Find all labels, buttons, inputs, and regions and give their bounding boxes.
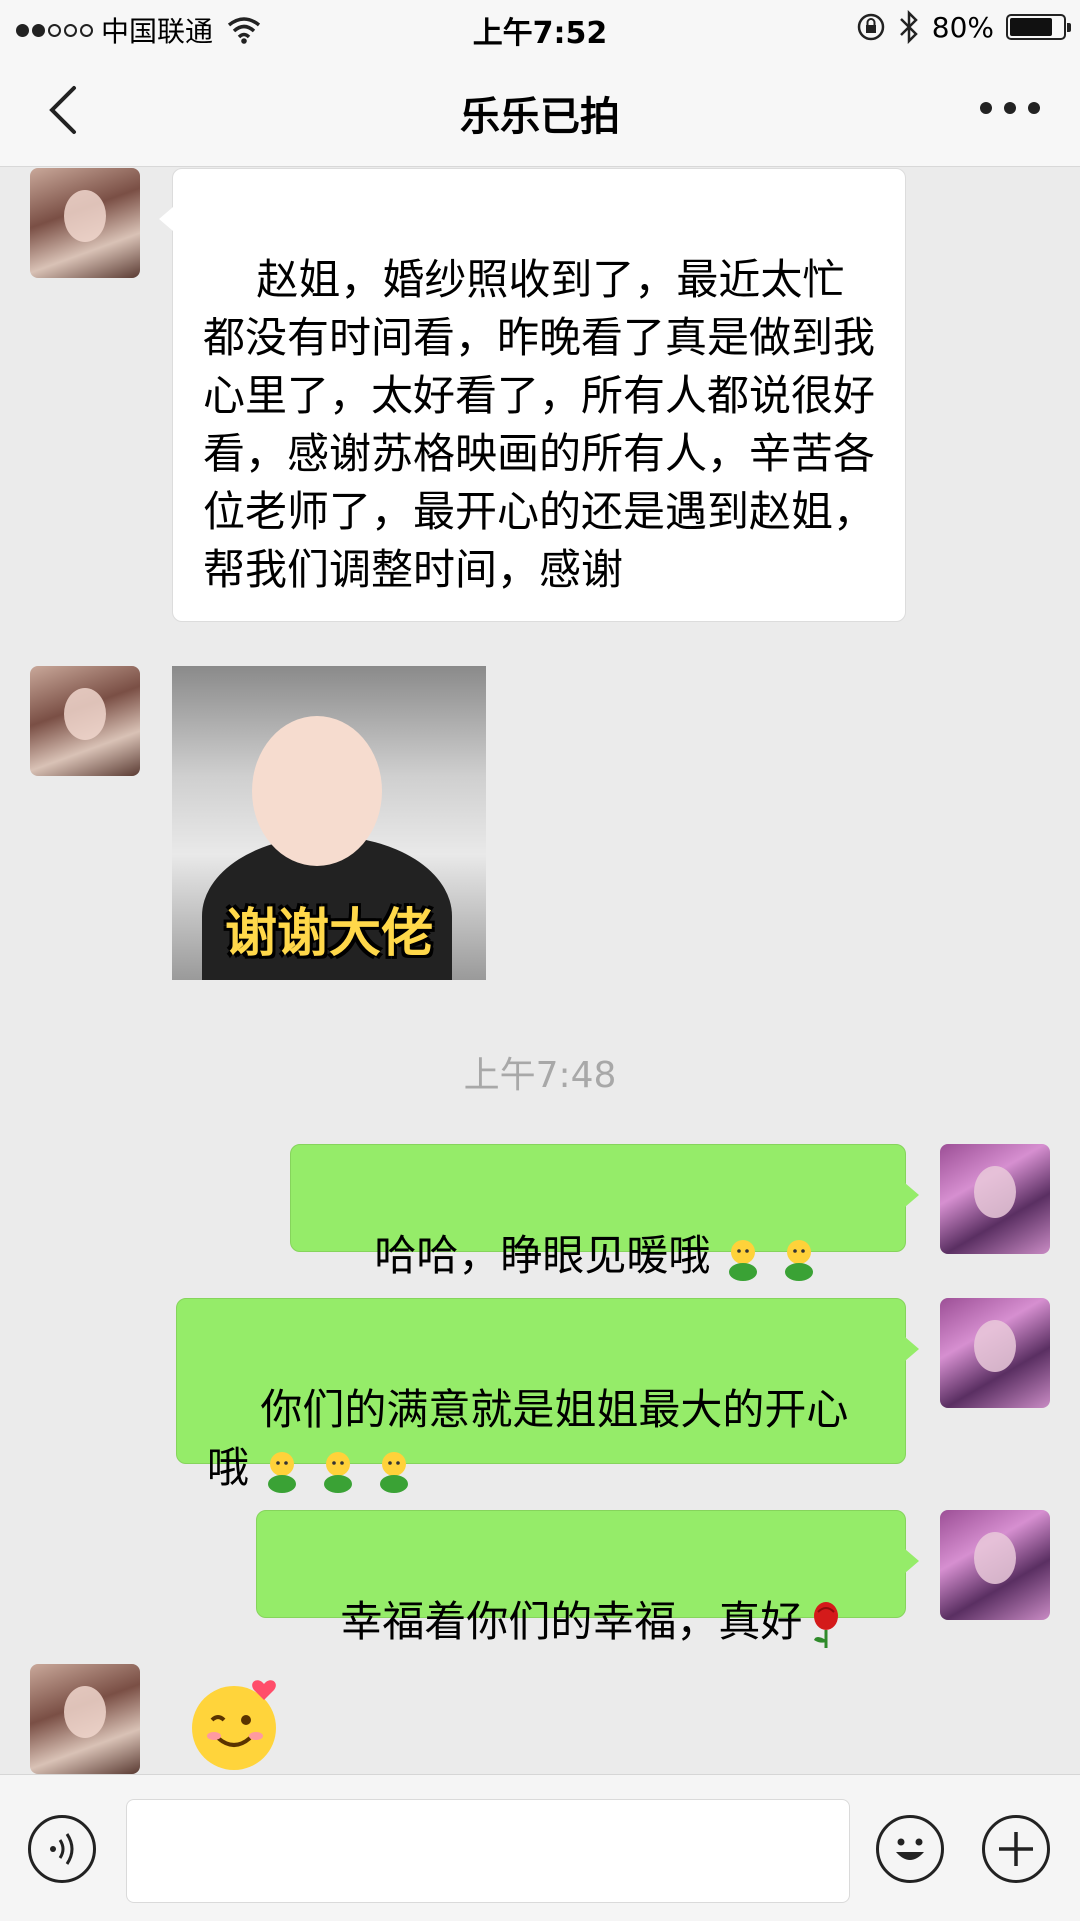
carrier-name: 中国联通 [101,15,214,48]
incoming-message-bubble[interactable]: 赵姐，婚纱照收到了，最近太忙都没有时间看，昨晚看了真是做到我心里了，太好看了，所… [159,168,906,622]
battery-percent: 80% [931,10,994,44]
chick-emoji-icon [268,1451,297,1493]
message-text: 幸福着你们的幸福，真好 [340,1597,803,1646]
input-bar [0,1774,1080,1921]
message-text: 哈哈，睁眼见暖哦 [374,1231,711,1280]
my-avatar[interactable] [940,1298,1050,1408]
chick-emoji-icon [380,1451,409,1493]
chick-emoji-icon [785,1239,814,1281]
sticker-caption: 谢谢大佬 [224,904,433,964]
smiley-icon[interactable] [876,1815,944,1883]
status-left: 中国联通 [16,10,261,50]
plus-icon[interactable] [982,1815,1050,1883]
message-input[interactable] [126,1799,850,1903]
outgoing-message-bubble[interactable]: 幸福着你们的幸福，真好 [256,1510,919,1648]
voice-icon[interactable] [28,1815,96,1883]
chick-emoji-icon [729,1239,758,1281]
outgoing-message-bubble[interactable]: 哈哈，睁眼见暖哦 [290,1144,919,1339]
outgoing-message-bubble[interactable]: 你们的满意就是姐姐最大的开心哦 [176,1298,919,1493]
more-dots-icon[interactable] [980,102,1040,116]
my-avatar[interactable] [940,1144,1050,1254]
nav-bar: 乐乐已拍 [0,54,1080,167]
contact-avatar[interactable] [30,168,140,278]
contact-avatar[interactable] [30,1664,140,1774]
status-right: 80% [856,10,1071,44]
battery-icon [1006,14,1071,40]
chick-emoji-icon [324,1451,353,1493]
sticker-image[interactable]: 谢谢大佬 [172,666,486,980]
chat-title: 乐乐已拍 [460,94,620,140]
my-avatar[interactable] [940,1510,1050,1620]
signal-strength-icon [16,23,93,37]
contact-avatar[interactable] [30,666,140,776]
rose-emoji-icon [814,1601,839,1648]
battery-fill [1010,18,1052,36]
wifi-icon [227,17,261,44]
bluetooth-icon [899,10,918,44]
message-timestamp: 上午7:48 [463,1055,617,1096]
wink-emoji-icon[interactable] [188,1674,288,1774]
message-text: 赵姐，婚纱照收到了，最近太忙都没有时间看，昨晚看了真是做到我心里了，太好看了，所… [203,255,876,594]
status-bar: 中国联通 上午7:52 80% [0,0,1080,54]
rotation-lock-icon [857,13,885,41]
